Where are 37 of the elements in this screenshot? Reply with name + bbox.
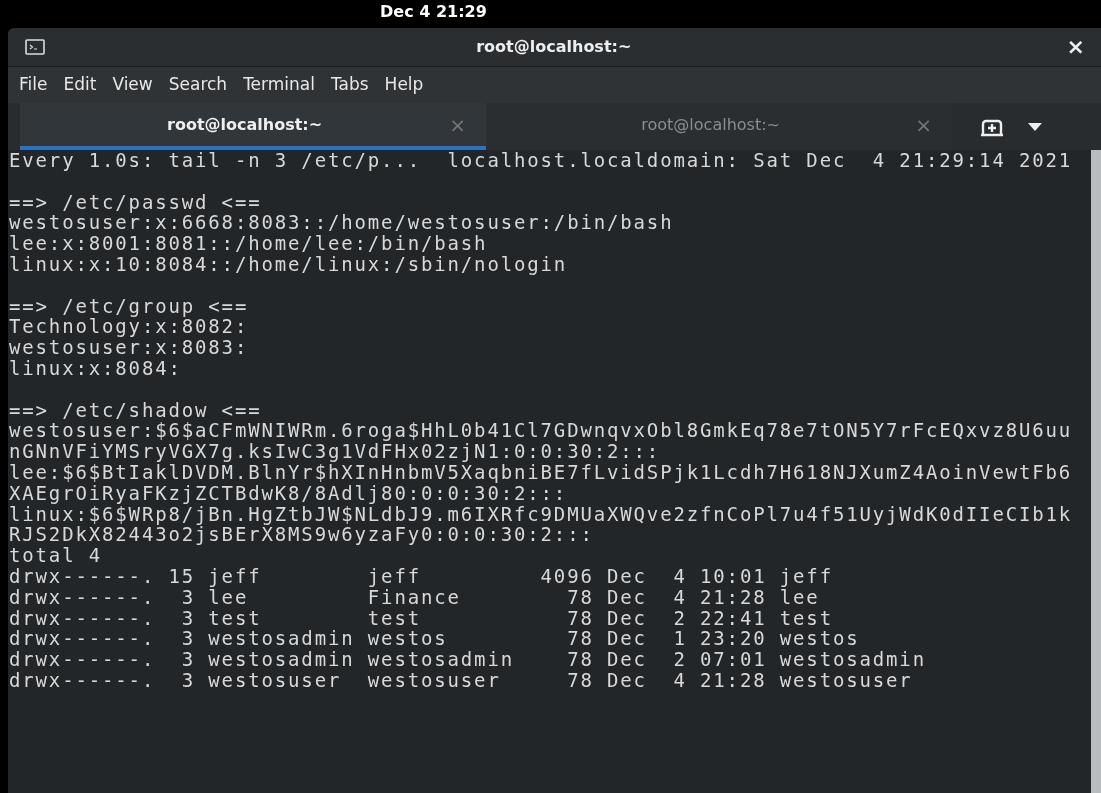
- terminal-line: westosuser:x:6668:8083::/home/westosuser:/bin/bash: [9, 212, 674, 234]
- menu-item[interactable]: Edit: [55, 70, 105, 100]
- status-line: Every 1.0s: tail -n 3 /etc/p... localhost.localdomain: Sat Dec 4 21:29:14 2021: [9, 150, 1073, 171]
- terminal-line: nGNnVFiYMSryVGX7g.ksIwC3g1VdFHx02zjN1:0:0:30:2:::: [9, 441, 661, 462]
- terminal-line: XAEgrOiRyaFKzjZCTBdwK8/8Adlj80:0:0:30:2:::: [9, 482, 568, 504]
- tab[interactable]: root@localhost:~ ×: [20, 103, 486, 150]
- listing-row: drwx------. 3 westosuser westosuser 78 Dec 4 21:28 westosuser: [9, 669, 913, 691]
- scrollbar[interactable]: [1091, 150, 1101, 793]
- window-title: root@localhost:~: [475, 36, 633, 58]
- section-heading: ==> /etc/passwd <==: [9, 191, 262, 213]
- listing-row: drwx------. 3 lee Finance 78 Dec 4 21:28 lee: [9, 586, 820, 608]
- listing-row: drwx------. 15 jeff jeff 4096 Dec 4 10:01 jeff: [9, 565, 833, 587]
- terminal-line: linux:x:8084:: [9, 357, 182, 379]
- clock: Dec 4 21:29: [380, 2, 487, 21]
- terminal-line: RJS2DkX82443o2jsBErX8MS9w6yzaFy0:0:0:30:2:::: [9, 524, 594, 546]
- terminal-line: linux:$6$WRp8/jBn.HgZtbJW$NLdbJ9.m6IXRfc9DMUaXWQve2zfnCoPl7u4f51UyjWdK0dIIeCIb1k: [9, 503, 1073, 525]
- terminal-line: lee:x:8001:8081::/home/lee:/bin/bash: [9, 233, 488, 254]
- dropdown-caret-icon[interactable]: [1028, 122, 1042, 131]
- listing-row: drwx------. 3 test test 78 Dec 2 22:41 test: [9, 607, 833, 629]
- menu-item[interactable]: Search: [160, 70, 236, 100]
- terminal-line: linux:x:10:8084::/home/linux:/sbin/nologin: [9, 254, 568, 275]
- menu-item[interactable]: Tabs: [322, 70, 377, 100]
- section-heading: ==> /etc/group <==: [9, 295, 249, 317]
- terminal-icon: [25, 39, 45, 55]
- menu-item[interactable]: File: [11, 70, 56, 100]
- menu-item[interactable]: View: [104, 70, 161, 100]
- listing-row: drwx------. 3 westosadmin westosadmin 78 Dec 2 07:01 westosadmin: [9, 649, 926, 670]
- terminal-line: westosuser:x:8083:: [9, 337, 249, 358]
- terminal-line: total 4: [9, 545, 103, 566]
- close-button[interactable]: ×: [1062, 36, 1089, 58]
- terminal-line: westosuser:$6$aCFmWNIWRm.6roga$HhL0b41Cl7GDwnqvxObl8GmkEq78e7tON5Y7rFcEQxvz8U6uu: [9, 420, 1073, 442]
- terminal-line: Technology:x:8082:: [9, 316, 249, 338]
- listing-row: drwx------. 3 westosadmin westos 78 Dec 1 23:20 westos: [9, 628, 860, 650]
- menu-item[interactable]: Terminal: [235, 70, 323, 100]
- section-heading: ==> /etc/shadow <==: [9, 399, 262, 421]
- terminal-line: lee:$6$BtIaklDVDM.BlnYr$hXInHnbmV5XaqbniBE7fLvidSPjk1Lcdh7H618NJXumZ4AoinVewtFb6: [9, 461, 1073, 483]
- menu-item[interactable]: Help: [376, 70, 432, 100]
